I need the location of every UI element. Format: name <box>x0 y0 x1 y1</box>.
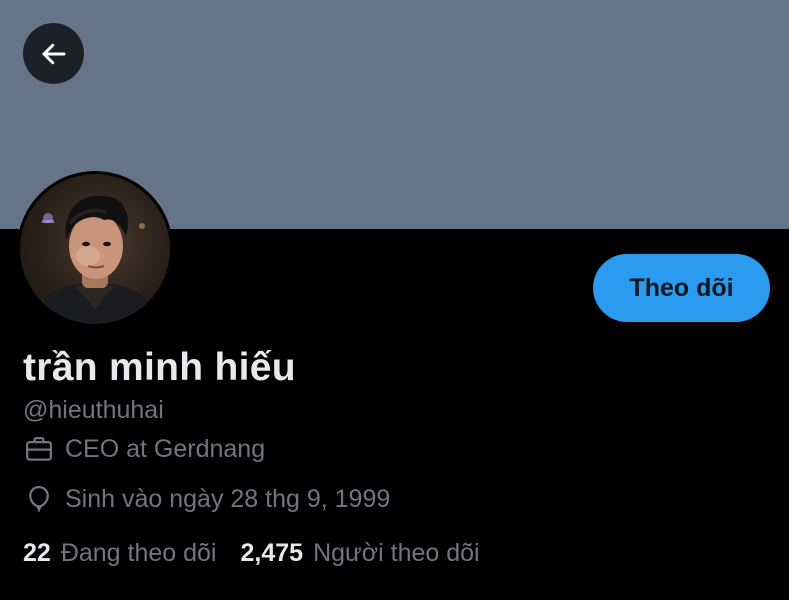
job-text: CEO at Gerdnang <box>65 434 266 463</box>
following-label: Đang theo dõi <box>60 539 217 567</box>
back-button[interactable] <box>23 23 84 84</box>
birthday-info: Sinh vào ngày 28 thg 9, 1999 <box>23 483 390 515</box>
display-name: trần minh hiếu <box>23 346 296 389</box>
briefcase-icon <box>23 433 55 465</box>
profile-handle: @hieuthuhai <box>23 396 164 424</box>
arrow-left-icon <box>42 43 65 64</box>
following-count: 22 <box>23 539 51 567</box>
following-link[interactable]: 22 Đang theo dõi <box>23 539 217 568</box>
followers-label: Người theo dõi <box>313 539 480 567</box>
followers-count: 2,475 <box>240 539 304 567</box>
avatar-photo <box>20 174 170 324</box>
follow-button[interactable]: Theo dõi <box>593 254 770 322</box>
birthday-text: Sinh vào ngày 28 thg 9, 1999 <box>65 484 391 513</box>
followers-link[interactable]: 2,475 Người theo dõi <box>241 539 480 568</box>
job-info: CEO at Gerdnang <box>23 433 265 465</box>
follow-stats: 22 Đang theo dõi 2,475 Người theo dõi <box>23 539 504 568</box>
avatar[interactable] <box>17 171 173 327</box>
profile-page: Theo dõi trần minh hiếu @hieuthuhai CEO … <box>0 0 789 600</box>
balloon-icon <box>23 483 55 515</box>
